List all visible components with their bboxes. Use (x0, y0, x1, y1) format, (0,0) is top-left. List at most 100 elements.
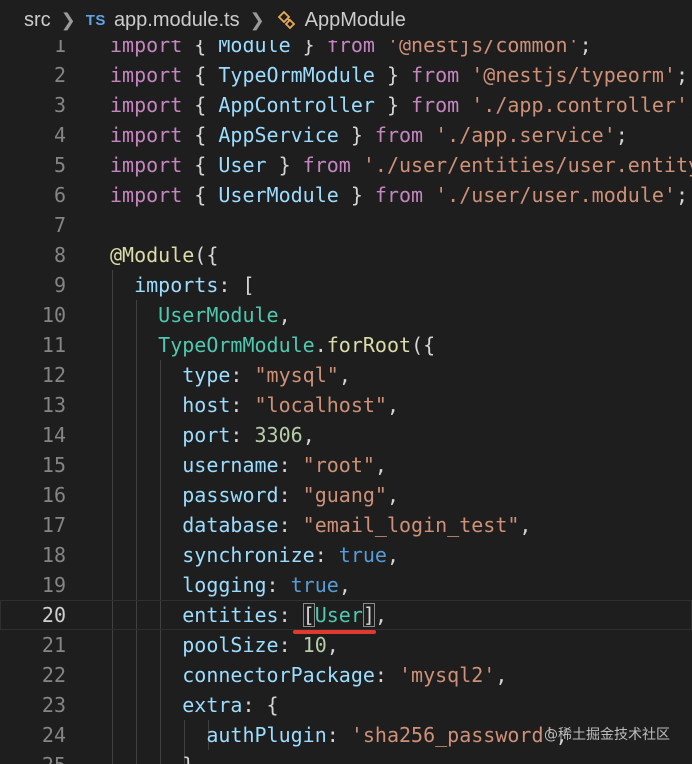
code-token: { (182, 123, 219, 147)
code-token: 'sha256_password' (350, 723, 556, 747)
code-token: , (386, 393, 400, 417)
code-token: from (302, 153, 351, 177)
code-text: port: 3306, (110, 420, 315, 450)
line-number: 9 (53, 273, 66, 297)
code-token: ] (362, 603, 375, 627)
code-token: , (338, 363, 351, 387)
code-token: ; (615, 123, 628, 147)
code-token: , (338, 573, 351, 597)
code-editor[interactable]: 1 import { Module } from '@nestjs/common'… (0, 30, 692, 764)
code-token: } (374, 93, 412, 117)
code-line[interactable]: 5 import { User } from './user/entities/u… (0, 150, 692, 180)
code-token: entities (182, 603, 279, 627)
code-token: '@nestjs/typeorm' (471, 63, 676, 87)
code-line[interactable]: 2 import { TypeOrmModule } from '@nestjs/… (0, 60, 692, 90)
code-token: [ (302, 603, 315, 627)
line-number: 24 (41, 723, 66, 747)
code-line[interactable]: 20 entities: [User], (0, 600, 692, 630)
code-token: } (374, 63, 412, 87)
code-token: authPlugin (206, 723, 327, 747)
code-text: @Module({ (110, 240, 218, 270)
code-line[interactable]: 11 TypeOrmModule.forRoot({ (0, 330, 692, 360)
code-token: connectorPackage (182, 663, 375, 687)
code-text: UserModule, (110, 300, 291, 330)
code-token: UserModule (158, 303, 279, 327)
code-token: : (278, 453, 303, 477)
line-number: 22 (41, 663, 66, 687)
code-token: : (230, 423, 255, 447)
code-token: ({ (411, 333, 436, 357)
code-line[interactable]: 25 }, (0, 750, 692, 764)
code-token: : (230, 363, 255, 387)
code-line[interactable]: 19 logging: true, (0, 570, 692, 600)
code-text: host: "localhost", (110, 390, 399, 420)
code-token: from (411, 93, 460, 117)
code-token: , (302, 423, 315, 447)
code-token: AppService (218, 123, 339, 147)
code-line[interactable]: 22 connectorPackage: 'mysql2', (0, 660, 692, 690)
line-number: 13 (41, 393, 66, 417)
code-line[interactable]: 7 (0, 210, 692, 240)
code-text: import { UserModule } from './user/user.… (110, 180, 688, 210)
code-text: type: "mysql", (110, 360, 351, 390)
code-text: import { AppService } from './app.servic… (110, 120, 628, 150)
line-number: 17 (41, 513, 66, 537)
breadcrumb-folder[interactable]: src (24, 9, 51, 32)
code-line[interactable]: 18 synchronize: true, (0, 540, 692, 570)
code-text: password: "guang", (110, 480, 399, 510)
code-text: entities: [User], (110, 600, 387, 630)
code-token: "mysql" (254, 363, 339, 387)
code-text: import { User } from './user/entities/us… (110, 150, 692, 180)
code-token: "guang" (302, 483, 387, 507)
code-text: database: "email_login_test", (110, 510, 531, 540)
code-token: } (338, 123, 375, 147)
code-token: @Module (110, 243, 195, 267)
code-token: port (182, 423, 231, 447)
code-token: username (182, 453, 279, 477)
code-text: extra: { (110, 690, 278, 720)
breadcrumb-file[interactable]: app.module.ts (114, 9, 240, 32)
code-line[interactable]: 14 port: 3306, (0, 420, 692, 450)
code-line[interactable]: 12 type: "mysql", (0, 360, 692, 390)
code-line[interactable]: 4 import { AppService } from './app.servi… (0, 120, 692, 150)
code-token: poolSize (182, 633, 279, 657)
code-token: , (374, 453, 387, 477)
code-line[interactable]: 23 extra: { (0, 690, 692, 720)
line-number: 14 (41, 423, 66, 447)
code-token: "localhost" (254, 393, 387, 417)
code-line[interactable]: 13 host: "localhost", (0, 390, 692, 420)
code-line[interactable]: 16 password: "guang", (0, 480, 692, 510)
line-number: 19 (41, 573, 66, 597)
code-token: , (278, 303, 291, 327)
code-line[interactable]: 15 username: "root", (0, 450, 692, 480)
code-line[interactable]: 8 @Module({ (0, 240, 692, 270)
watermark: @稀土掘金技术社区 (544, 727, 670, 743)
code-token: : (374, 663, 399, 687)
typescript-file-icon: TS (85, 11, 106, 29)
code-text: TypeOrmModule.forRoot({ (110, 330, 435, 360)
line-number: 2 (53, 63, 66, 87)
code-line[interactable]: 10 UserModule, (0, 300, 692, 330)
code-token: from (374, 123, 424, 147)
code-line[interactable]: 21 poolSize: 10, (0, 630, 692, 660)
code-token: host (182, 393, 231, 417)
code-line[interactable]: 17 database: "email_login_test", (0, 510, 692, 540)
code-line[interactable]: 6 import { UserModule } from './user/user… (0, 180, 692, 210)
code-token: : (230, 393, 255, 417)
code-token: true (338, 543, 387, 567)
code-token: : (326, 723, 351, 747)
code-line[interactable]: 9 imports: [ (0, 270, 692, 300)
code-token: synchronize (182, 543, 315, 567)
class-symbol-icon (275, 8, 299, 32)
code-line[interactable]: 3 import { AppController } from './app.co… (0, 90, 692, 120)
code-token: logging (182, 573, 267, 597)
breadcrumb-symbol[interactable]: AppModule (305, 9, 406, 32)
red-underline-annotation (293, 630, 376, 634)
